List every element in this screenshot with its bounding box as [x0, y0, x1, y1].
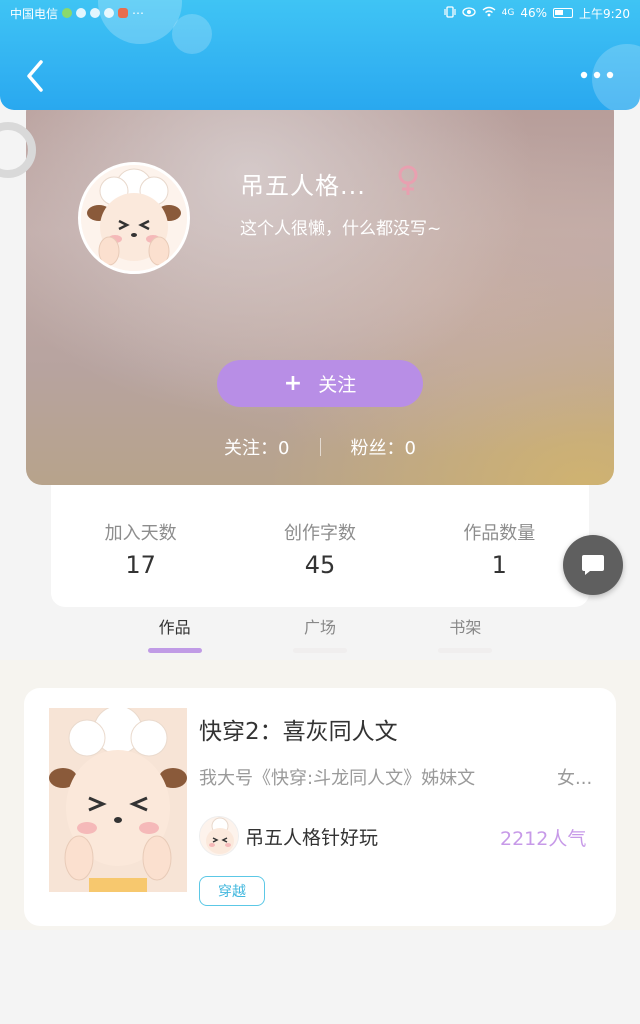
- tab-label: 广场: [303, 618, 336, 637]
- carrier-label: 中国电信: [10, 6, 59, 21]
- app-notification-icon: [76, 8, 87, 18]
- top-header: 中国电信 ⋯ 4G 46% 上午9:20: [0, 0, 640, 110]
- profile-banner: 吊五人格... 这个人很懒，什么都没写~ + 关注 关注：0 粉丝：0: [26, 96, 614, 485]
- battery-percent: 46%: [520, 6, 548, 20]
- more-notifications-icon: ⋯: [132, 6, 145, 20]
- follow-stats: 关注：0 粉丝：0: [26, 434, 614, 460]
- fans-label: 粉丝：: [350, 438, 405, 459]
- stat-value: 17: [125, 551, 156, 579]
- tab-bookshelf[interactable]: 书架: [393, 614, 538, 658]
- content-tabs: 作品 广场 书架: [102, 614, 538, 658]
- stat-works-count: 作品数量 1: [410, 519, 589, 579]
- book-cover[interactable]: [49, 708, 187, 892]
- popularity-count: 2212人气: [500, 828, 587, 850]
- avatar[interactable]: [78, 162, 190, 274]
- tab-indicator: [438, 648, 493, 653]
- user-name: 吊五人格...: [240, 172, 366, 200]
- clock: 上午9:20: [579, 6, 630, 21]
- following-stat[interactable]: 关注：0: [224, 434, 289, 460]
- stat-label: 加入天数: [104, 523, 177, 544]
- chevron-left-icon: [27, 60, 43, 92]
- fans-stat[interactable]: 粉丝：0: [351, 434, 416, 460]
- battery-icon: [553, 8, 574, 18]
- book-cover-image: [49, 708, 187, 892]
- author-row[interactable]: 吊五人格针好玩: [199, 816, 378, 856]
- status-bar: 中国电信 ⋯ 4G 46% 上午9:20: [0, 0, 640, 26]
- follow-button-label: 关注: [318, 374, 357, 396]
- app-notification-icon: [104, 8, 115, 18]
- work-card[interactable]: 快穿2：喜灰同人文 我大号《快穿:斗龙同人文》姊妹文 女... 吊五人格针好玩 …: [24, 688, 616, 926]
- stat-label: 作品数量: [463, 523, 536, 544]
- tab-works[interactable]: 作品: [102, 614, 247, 658]
- follow-button[interactable]: + 关注: [217, 360, 423, 407]
- app-notification-icon: [118, 8, 129, 18]
- vibrate-icon: [444, 5, 456, 21]
- stat-word-count: 创作字数 45: [230, 519, 409, 579]
- chat-bubble-icon: [582, 555, 604, 575]
- work-description: 我大号《快穿:斗龙同人文》姊妹文: [199, 768, 476, 789]
- stat-value: 45: [304, 551, 336, 579]
- user-bio: 这个人很懒，什么都没写~: [240, 219, 442, 239]
- work-title[interactable]: 快穿2：喜灰同人文: [199, 712, 398, 746]
- eye-icon: [462, 6, 476, 20]
- tab-indicator: [147, 648, 202, 653]
- stat-label: 创作字数: [283, 523, 356, 544]
- fans-count: 0: [404, 438, 416, 459]
- author-name: 吊五人格针好玩: [245, 826, 379, 849]
- tab-square[interactable]: 广场: [247, 614, 392, 658]
- signal-icon: 4G: [501, 8, 515, 18]
- more-dots-icon: [580, 71, 614, 79]
- back-button[interactable]: [20, 58, 50, 94]
- more-options-button[interactable]: [580, 62, 614, 88]
- genre-tag[interactable]: 穿越: [199, 876, 265, 906]
- wifi-icon: [482, 6, 496, 20]
- female-icon: [394, 164, 422, 196]
- tab-label: 书架: [449, 618, 482, 637]
- app-notification-icon: [90, 8, 101, 18]
- plus-icon: +: [283, 371, 303, 396]
- author-avatar: [199, 816, 239, 856]
- divider: [319, 438, 321, 456]
- following-count: 0: [278, 438, 290, 459]
- chat-button[interactable]: [563, 535, 623, 595]
- following-label: 关注：: [224, 438, 279, 459]
- work-category: 女...: [557, 768, 593, 789]
- sheep-avatar-image: [81, 165, 187, 271]
- tab-label: 作品: [158, 618, 191, 637]
- tab-indicator: [292, 648, 347, 653]
- stat-join-days: 加入天数 17: [51, 519, 230, 579]
- stats-card: 加入天数 17 创作字数 45 作品数量 1: [51, 485, 589, 607]
- app-notification-icon: [62, 8, 73, 18]
